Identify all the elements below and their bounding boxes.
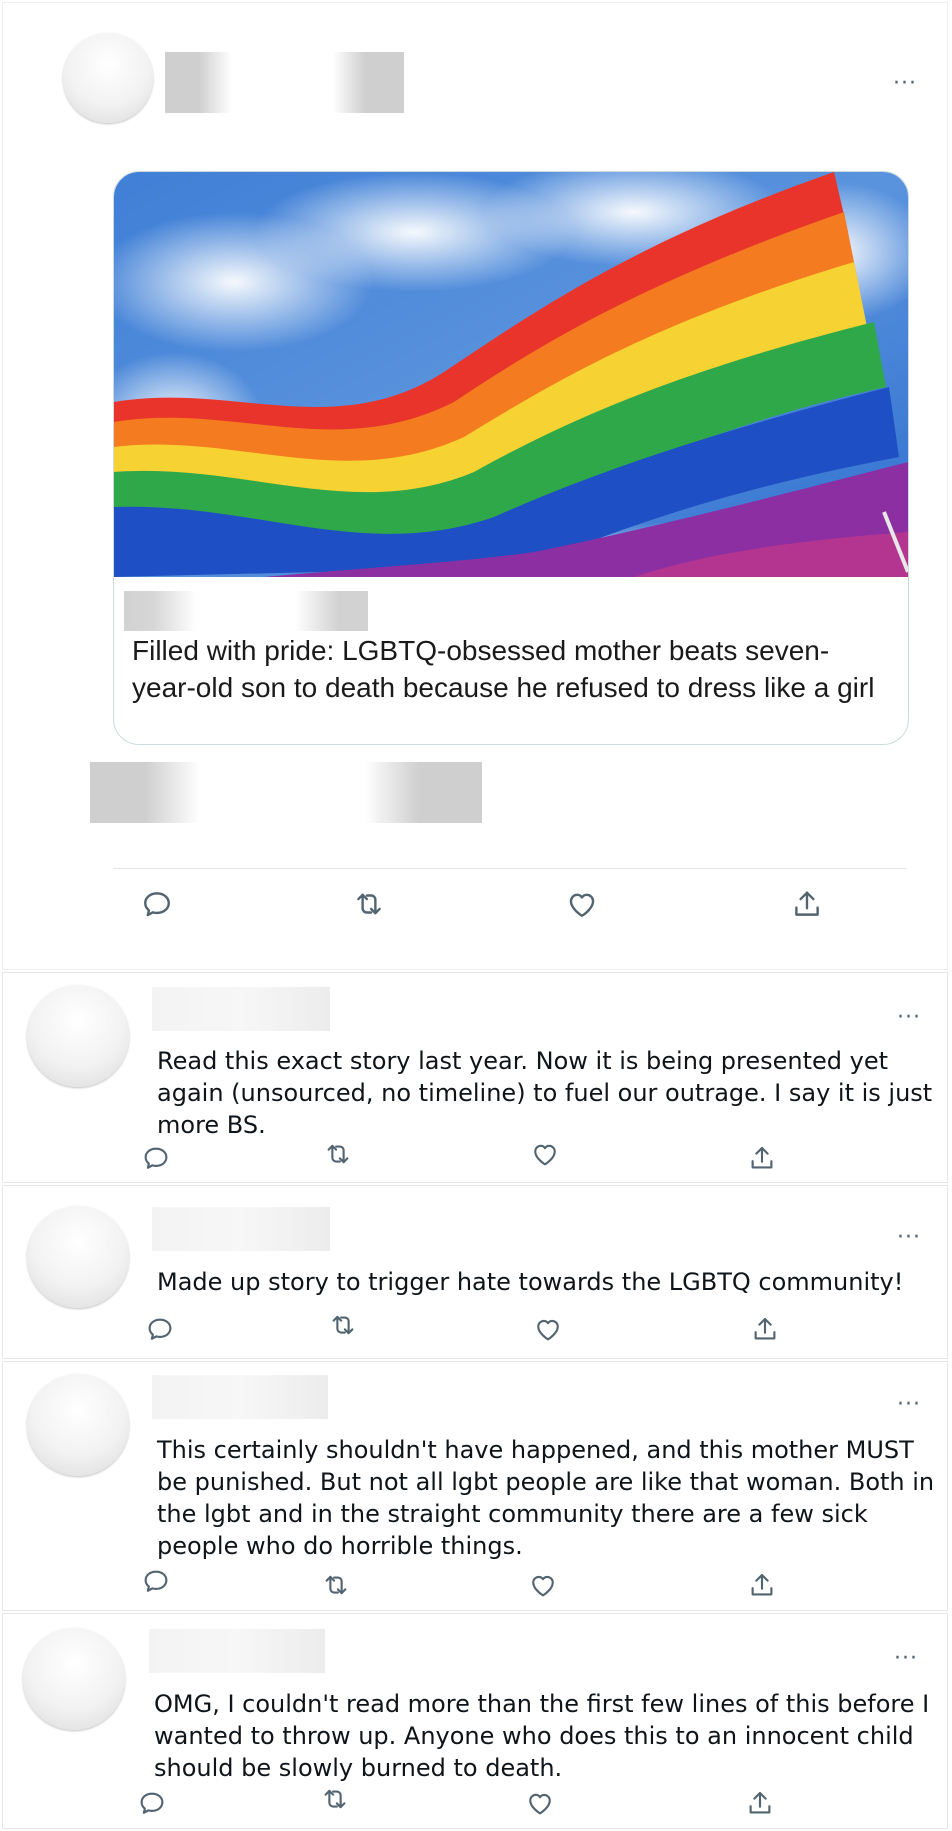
reply-2: ··· Made up story to trigger hate toward…: [2, 1185, 948, 1359]
more-options-button[interactable]: ···: [893, 73, 917, 95]
main-post: ··· Filled with pride: LGBTQ-obsessed mo…: [2, 2, 948, 970]
reply-actions: [3, 1788, 949, 1828]
more-options-button[interactable]: ···: [897, 1007, 921, 1029]
redacted-source-domain: [124, 591, 368, 631]
redacted-username: [152, 1207, 330, 1251]
more-options-button[interactable]: ···: [894, 1648, 918, 1670]
redacted-username: [152, 987, 330, 1031]
reply-icon[interactable]: [141, 1566, 171, 1596]
pride-flag-image: [114, 172, 908, 577]
more-options-button[interactable]: ···: [897, 1394, 921, 1416]
redacted-timestamp: [90, 762, 482, 823]
retweet-icon[interactable]: [323, 1139, 353, 1169]
retweet-icon[interactable]: [328, 1310, 358, 1340]
like-icon[interactable]: [530, 1139, 560, 1169]
avatar[interactable]: [27, 1206, 129, 1308]
reply-icon[interactable]: [137, 1788, 167, 1818]
reply-icon[interactable]: [140, 887, 174, 921]
like-icon[interactable]: [528, 1570, 558, 1600]
retweet-icon[interactable]: [352, 887, 386, 921]
reply-text: This certainly shouldn't have happened, …: [157, 1436, 935, 1560]
redacted-username: [152, 1375, 328, 1419]
like-icon[interactable]: [525, 1788, 555, 1818]
avatar[interactable]: [27, 1374, 129, 1476]
reply-actions: [3, 1570, 949, 1610]
retweet-icon[interactable]: [320, 1784, 350, 1814]
reply-1: ··· Read this exact story last year. Now…: [2, 972, 948, 1183]
reply-icon[interactable]: [141, 1143, 171, 1173]
reply-actions: [3, 1314, 949, 1354]
avatar[interactable]: [27, 985, 129, 1087]
link-preview-card[interactable]: Filled with pride: LGBTQ-obsessed mother…: [113, 171, 909, 745]
reply-4: ··· OMG, I couldn't read more than the f…: [2, 1613, 948, 1829]
reply-actions: [3, 1143, 949, 1183]
redacted-username: [149, 1629, 325, 1673]
link-card-headline: Filled with pride: LGBTQ-obsessed mother…: [132, 635, 875, 703]
divider: [113, 868, 907, 869]
reply-3: ··· This certainly shouldn't have happen…: [2, 1361, 948, 1611]
share-icon[interactable]: [790, 887, 824, 921]
share-icon[interactable]: [750, 1314, 780, 1344]
more-options-button[interactable]: ···: [897, 1227, 921, 1249]
redacted-username: [165, 52, 404, 113]
reply-text: Made up story to trigger hate towards th…: [157, 1268, 904, 1296]
avatar[interactable]: [63, 33, 153, 123]
reply-text: OMG, I couldn't read more than the first…: [154, 1690, 930, 1782]
like-icon[interactable]: [533, 1314, 563, 1344]
share-icon[interactable]: [747, 1143, 777, 1173]
share-icon[interactable]: [747, 1570, 777, 1600]
avatar[interactable]: [23, 1628, 125, 1730]
reply-text: Read this exact story last year. Now it …: [157, 1047, 933, 1139]
reply-icon[interactable]: [145, 1314, 175, 1344]
share-icon[interactable]: [745, 1788, 775, 1818]
retweet-icon[interactable]: [321, 1570, 351, 1600]
like-icon[interactable]: [565, 887, 599, 921]
main-post-actions: [3, 887, 949, 927]
